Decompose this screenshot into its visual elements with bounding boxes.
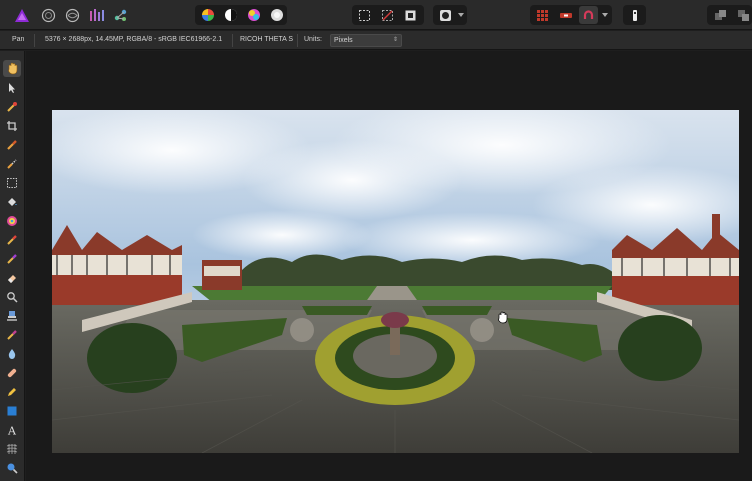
divider [34,34,35,47]
flood-select-tool-icon[interactable] [3,155,21,172]
move-tool-icon[interactable] [3,79,21,96]
affinity-photo-window: Pan 5376 × 2688px, 14.45MP, RGBA/8 - sRG… [0,0,752,481]
selection-brush-tool-icon[interactable] [3,136,21,153]
chevron-updown-icon: ⇕ [392,37,398,43]
context-toolbar: Pan 5376 × 2688px, 14.45MP, RGBA/8 - sRG… [0,31,752,50]
marquee-tool-icon[interactable] [3,174,21,191]
white-balance-icon[interactable] [267,6,286,24]
snapping-magnet-icon[interactable] [579,6,598,24]
canvas-area[interactable] [26,51,752,481]
liquify-persona-icon[interactable] [63,6,82,24]
panorama-image[interactable] [52,110,739,453]
retouch-tool-icon[interactable] [3,326,21,343]
no-selection-icon[interactable] [378,6,397,24]
units-label: Units: [304,36,322,43]
pen-tool-icon[interactable] [3,383,21,400]
develop-persona-icon[interactable] [39,6,58,24]
svg-text:A: A [7,424,17,436]
mask-icon[interactable] [436,6,455,24]
tool-name-label: Pan [12,36,25,43]
invert-selection-icon[interactable] [401,6,420,24]
color-picker-tool-icon[interactable] [3,98,21,115]
dodge-tool-icon[interactable] [3,288,21,305]
crop-tool-icon[interactable] [3,117,21,134]
divider [232,34,233,47]
zoom-tool-icon[interactable] [3,459,21,476]
clone-tool-icon[interactable] [3,307,21,324]
hand-cursor-icon [496,311,508,329]
arrange-icon[interactable] [711,6,730,24]
export-persona-icon[interactable] [111,6,130,24]
arrange-icon[interactable] [734,6,752,24]
mesh-warp-tool-icon[interactable] [3,440,21,457]
units-dropdown[interactable]: Pixels ⇕ [330,34,402,47]
blur-tool-icon[interactable] [3,345,21,362]
marquee-select-icon[interactable] [355,6,374,24]
document-info-label: 5376 × 2688px, 14.45MP, RGBA/8 - sRGB IE… [45,36,223,43]
hsl-icon[interactable] [244,6,263,24]
erase-brush-tool-icon[interactable] [3,269,21,286]
healing-brush-tool-icon[interactable] [3,364,21,381]
contrast-icon[interactable] [221,6,240,24]
dropdown-arrow-icon[interactable] [456,6,466,24]
snapping-toggle-icon[interactable] [556,6,575,24]
text-tool-icon[interactable]: A [3,421,21,438]
main-toolbar [0,0,752,30]
affinity-photo-logo-icon[interactable] [12,6,31,24]
shape-tool-icon[interactable] [3,402,21,419]
flood-fill-tool-icon[interactable] [3,193,21,210]
divider [297,34,298,47]
color-wheel-icon[interactable] [198,6,217,24]
color-replacement-tool-icon[interactable] [3,250,21,267]
camera-label: RICOH THETA S [240,36,294,43]
pan-tool-icon[interactable] [3,60,21,77]
tools-panel: A [0,51,25,481]
tone-mapping-persona-icon[interactable] [87,6,106,24]
units-value: Pixels [334,37,353,44]
dropdown-arrow-icon[interactable] [600,6,610,24]
gradient-tool-icon[interactable] [3,212,21,229]
assistant-icon[interactable] [625,6,644,24]
paint-brush-tool-icon[interactable] [3,231,21,248]
snapping-grid-icon[interactable] [533,6,552,24]
